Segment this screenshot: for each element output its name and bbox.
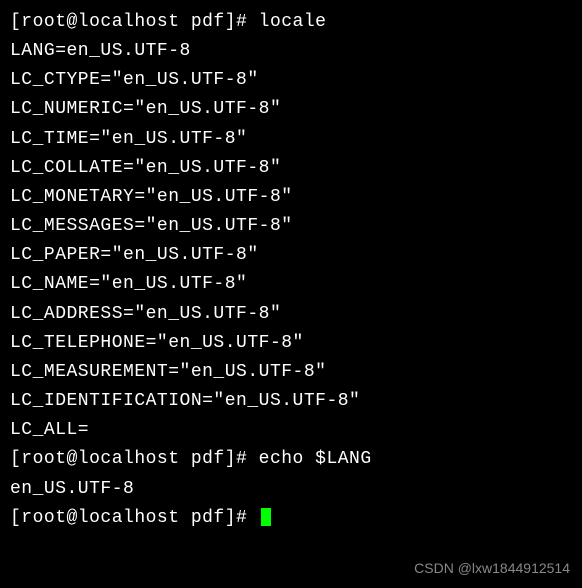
terminal-output-line: LC_CTYPE="en_US.UTF-8"	[10, 66, 572, 95]
terminal-output-line: LC_MONETARY="en_US.UTF-8"	[10, 183, 572, 212]
cursor-icon	[261, 508, 271, 526]
terminal-output-line: LC_NUMERIC="en_US.UTF-8"	[10, 95, 572, 124]
terminal-output-line: [root@localhost pdf]# locale	[10, 8, 572, 37]
terminal-output-line: [root@localhost pdf]# echo $LANG	[10, 445, 572, 474]
terminal-output-line: en_US.UTF-8	[10, 475, 572, 504]
watermark-text: CSDN @lxw1844912514	[414, 557, 570, 580]
terminal-output-line: LC_TELEPHONE="en_US.UTF-8"	[10, 329, 572, 358]
terminal-output-line: LC_PAPER="en_US.UTF-8"	[10, 241, 572, 270]
terminal-prompt: [root@localhost pdf]#	[10, 508, 259, 528]
terminal-output-line: LC_IDENTIFICATION="en_US.UTF-8"	[10, 387, 572, 416]
terminal-output-line: LC_MEASUREMENT="en_US.UTF-8"	[10, 358, 572, 387]
terminal-output-line: LC_TIME="en_US.UTF-8"	[10, 125, 572, 154]
terminal-output-line: LC_ALL=	[10, 416, 572, 445]
terminal-output-line: LC_MESSAGES="en_US.UTF-8"	[10, 212, 572, 241]
terminal-output-line: LC_NAME="en_US.UTF-8"	[10, 270, 572, 299]
terminal-output-line: LC_COLLATE="en_US.UTF-8"	[10, 154, 572, 183]
terminal-output-line: LC_ADDRESS="en_US.UTF-8"	[10, 300, 572, 329]
terminal-output-line: LANG=en_US.UTF-8	[10, 37, 572, 66]
terminal-prompt-line: [root@localhost pdf]#	[10, 504, 572, 533]
terminal-area[interactable]: [root@localhost pdf]# locale LANG=en_US.…	[10, 8, 572, 533]
